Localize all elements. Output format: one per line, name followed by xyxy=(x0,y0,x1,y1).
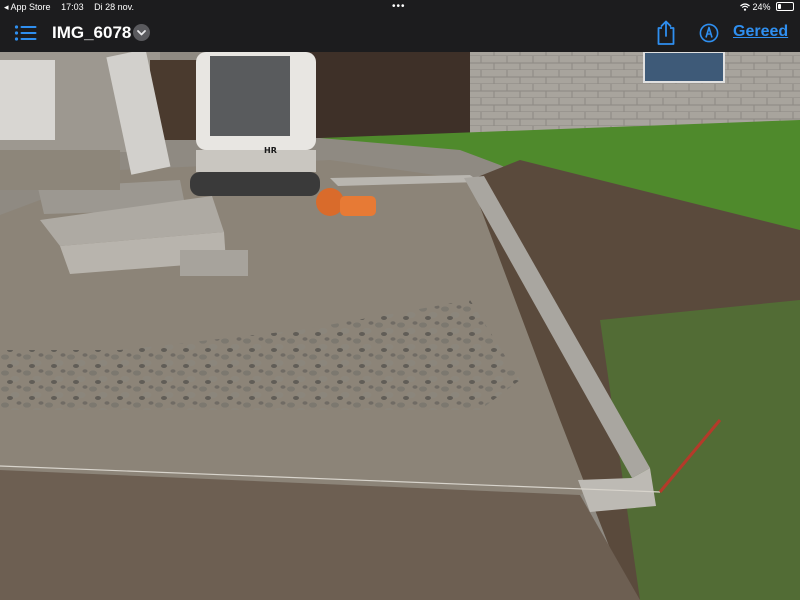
back-to-app-link[interactable]: ◂ App Store xyxy=(4,2,51,12)
status-time: 17:03 xyxy=(61,2,84,12)
chevron-down-icon[interactable] xyxy=(133,24,150,41)
status-left: ◂ App Store 17:03 Di 28 nov. xyxy=(4,0,142,14)
document-title[interactable]: IMG_6078 xyxy=(52,23,131,43)
window xyxy=(643,52,725,83)
status-bar: ◂ App Store 17:03 Di 28 nov. ••• 24% xyxy=(0,0,800,14)
toolbar: IMG_6078 Gereed xyxy=(0,14,800,52)
share-icon[interactable] xyxy=(655,20,677,46)
left-vehicle xyxy=(0,60,55,140)
battery-percent: 24% xyxy=(752,2,771,12)
wifi-icon xyxy=(740,3,750,11)
status-date: Di 28 nov. xyxy=(94,2,134,12)
status-right: 24% xyxy=(740,0,794,14)
excavator-label: HR xyxy=(264,146,277,155)
construction-site-photo: HR xyxy=(0,52,800,600)
loose-block xyxy=(180,250,248,276)
done-button[interactable]: Gereed xyxy=(733,23,788,41)
battery-icon xyxy=(776,2,794,11)
list-icon[interactable] xyxy=(14,24,38,42)
photo-viewer[interactable]: HR xyxy=(0,52,800,600)
markup-icon[interactable] xyxy=(699,23,719,43)
multitasking-dots[interactable]: ••• xyxy=(392,0,406,14)
